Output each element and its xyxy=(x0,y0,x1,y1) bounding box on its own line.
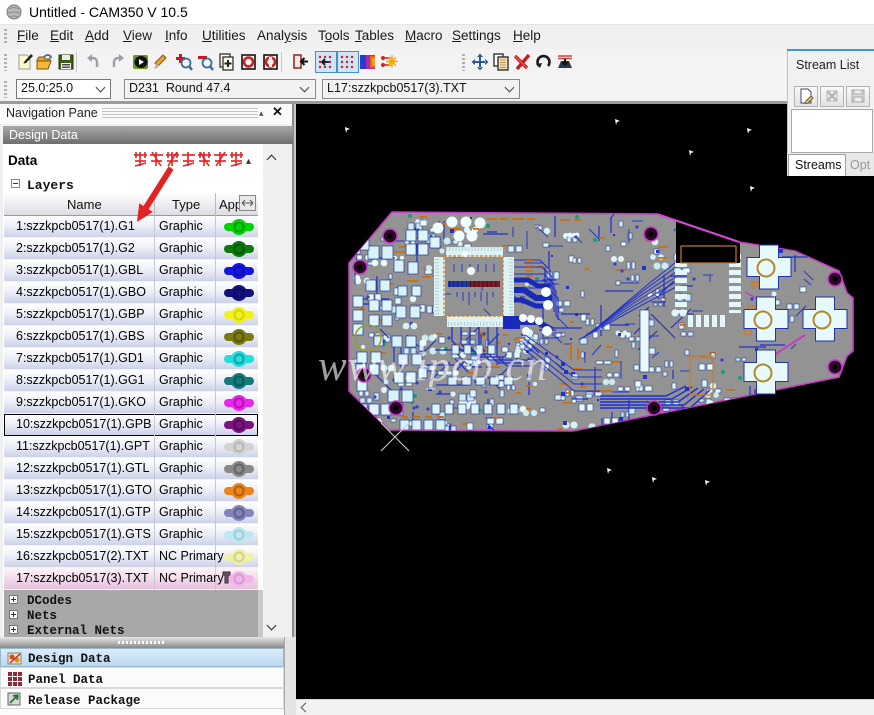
svg-text:www.ipcb.cn: www.ipcb.cn xyxy=(318,343,548,390)
